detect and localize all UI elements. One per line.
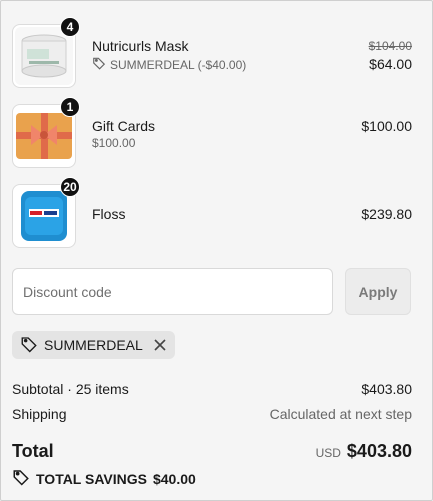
applied-discount-code: SUMMERDEAL xyxy=(44,337,143,353)
item-variant: $100.00 xyxy=(92,136,136,150)
subtotal-row: Subtotal · 25 items $403.80 xyxy=(12,381,412,397)
item-price: $64.00 xyxy=(369,56,412,72)
total-amount: USD $403.80 xyxy=(316,441,412,462)
quantity-badge: 4 xyxy=(60,17,80,37)
item-price: $239.80 xyxy=(361,206,412,222)
discount-code-input[interactable] xyxy=(12,268,333,315)
subtotal-label: Subtotal · 25 items xyxy=(12,381,129,397)
item-original-price: $104.00 xyxy=(368,39,412,53)
quantity-badge: 1 xyxy=(60,97,80,117)
item-name: Nutricurls Mask xyxy=(92,38,189,54)
product-thumbnail: 1 xyxy=(12,97,80,168)
tag-icon xyxy=(20,335,38,356)
line-item-nutricurls: 4 Nutricurls Mask SUMMERDEAL (-$40.00) $… xyxy=(12,17,412,88)
shipping-row: Shipping Calculated at next step xyxy=(12,406,412,422)
total-value: $403.80 xyxy=(346,441,412,461)
item-price: $100.00 xyxy=(361,118,412,134)
quantity-badge: 20 xyxy=(60,177,80,197)
product-thumbnail: 20 xyxy=(12,177,80,248)
currency-code: USD xyxy=(315,446,341,460)
shipping-value: Calculated at next step xyxy=(269,406,412,422)
product-thumbnail: 4 xyxy=(12,17,80,88)
subtotal-value: $403.80 xyxy=(361,381,412,397)
item-name: Gift Cards xyxy=(92,118,156,134)
savings-label: TOTAL SAVINGS xyxy=(36,470,147,487)
applied-discount-chip: SUMMERDEAL xyxy=(12,331,175,359)
item-discount-text: SUMMERDEAL (-$40.00) xyxy=(110,57,247,72)
savings-value: $40.00 xyxy=(152,470,196,487)
line-item-gift-cards: 1 Gift Cards $100.00 $100.00 xyxy=(12,97,412,168)
item-discount: SUMMERDEAL (-$40.00) xyxy=(92,56,246,73)
apply-button[interactable]: Apply xyxy=(345,268,411,315)
total-savings: TOTAL SAVINGS $40.00 xyxy=(12,468,196,489)
total-label: Total xyxy=(12,441,54,461)
shipping-label: Shipping xyxy=(12,406,67,422)
line-item-floss: 20 Floss $239.80 xyxy=(12,177,412,248)
tag-icon xyxy=(92,56,106,73)
item-name: Floss xyxy=(92,206,126,222)
tag-icon xyxy=(12,468,30,489)
close-icon[interactable] xyxy=(153,338,167,352)
